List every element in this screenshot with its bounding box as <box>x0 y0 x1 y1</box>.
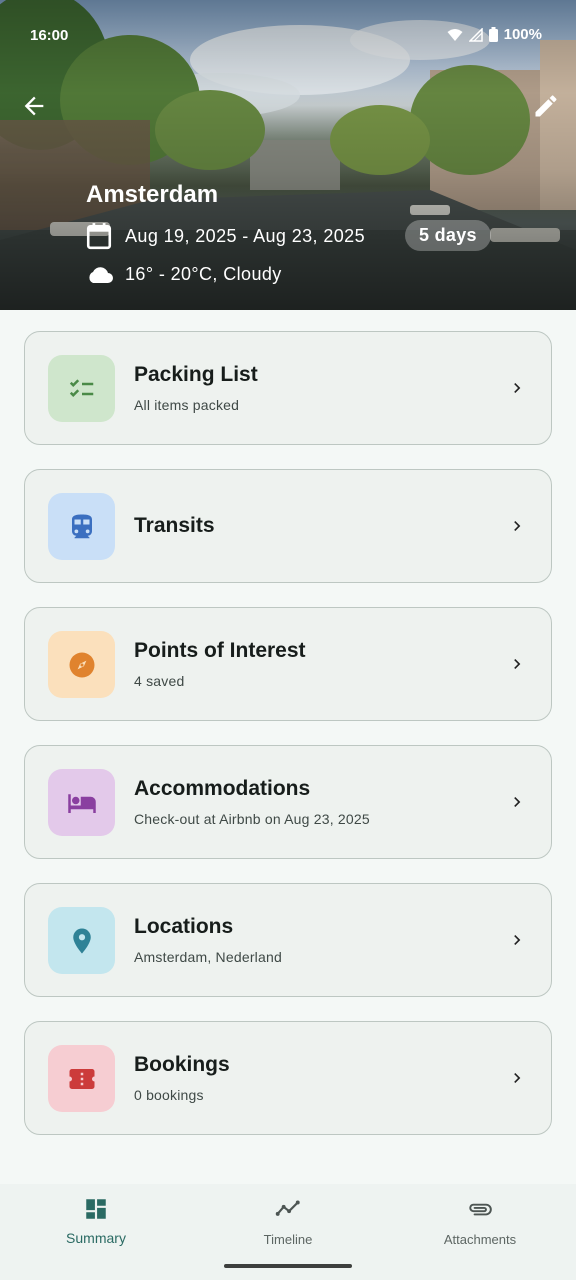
date-range: Aug 19, 2025 - Aug 23, 2025 <box>125 225 365 246</box>
nav-label: Attachments <box>443 1232 517 1247</box>
bookings-card[interactable]: Bookings 0 bookings <box>24 1021 552 1135</box>
calendar-icon <box>86 223 112 250</box>
card-title: Packing List <box>134 363 258 386</box>
battery-icon <box>488 27 498 42</box>
train-icon <box>71 514 92 538</box>
bed-icon <box>67 793 96 813</box>
nav-label: Timeline <box>263 1232 313 1247</box>
trip-title: Amsterdam <box>86 181 219 208</box>
chevron-right-icon <box>514 797 521 807</box>
transits-icon-tile <box>48 493 115 560</box>
status-icons: 100% <box>447 26 542 43</box>
compass-icon <box>69 652 94 677</box>
status-time: 16:00 <box>30 27 69 44</box>
locations-card[interactable]: Locations Amsterdam, Nederland <box>24 883 552 997</box>
pencil-icon[interactable] <box>532 92 560 120</box>
accommodations-card[interactable]: Accommodations Check-out at Airbnb on Au… <box>24 745 552 859</box>
nav-label: Summary <box>66 1230 126 1246</box>
card-subtitle: 0 bookings <box>134 1087 204 1103</box>
trip-header: 16:00 100% Amsterdam Aug 19, 2025 - Aug … <box>0 0 576 310</box>
points-of-interest-card[interactable]: Points of Interest 4 saved <box>24 607 552 721</box>
chevron-right-icon <box>514 935 521 945</box>
summary-cards: Packing List All items packed Transits P… <box>24 331 552 1159</box>
trip-dates: Aug 19, 2025 - Aug 23, 2025 <box>86 222 365 250</box>
weather-text: 16° - 20°C, Cloudy <box>125 263 282 284</box>
chevron-right-icon <box>514 383 521 393</box>
nav-attachments[interactable]: Attachments <box>384 1184 576 1264</box>
nav-timeline[interactable]: Timeline <box>192 1184 384 1264</box>
locations-icon-tile <box>48 907 115 974</box>
home-indicator[interactable] <box>224 1264 352 1268</box>
weather-info: 16° - 20°C, Cloudy <box>86 263 282 285</box>
accommodations-icon-tile <box>48 769 115 836</box>
card-title: Locations <box>134 915 234 938</box>
packing-list-icon-tile <box>48 355 115 422</box>
card-subtitle: 4 saved <box>134 673 185 689</box>
chevron-right-icon <box>514 1073 521 1083</box>
paperclip-icon <box>469 1203 492 1216</box>
location-pin-icon <box>72 928 91 953</box>
card-title: Transits <box>134 514 215 537</box>
nav-summary[interactable]: Summary <box>0 1184 192 1264</box>
wifi-icon <box>447 28 463 41</box>
packing-list-card[interactable]: Packing List All items packed <box>24 331 552 445</box>
card-title: Bookings <box>134 1053 230 1076</box>
checklist-icon <box>69 378 93 397</box>
cloud-icon <box>89 267 113 283</box>
card-subtitle: Amsterdam, Nederland <box>134 949 282 965</box>
bookings-icon-tile <box>48 1045 115 1112</box>
poi-icon-tile <box>48 631 115 698</box>
card-subtitle: Check-out at Airbnb on Aug 23, 2025 <box>134 811 370 827</box>
card-subtitle: All items packed <box>134 397 240 413</box>
arrow-back-icon[interactable] <box>20 92 48 120</box>
battery-level: 100% <box>503 26 542 43</box>
card-title: Accommodations <box>134 777 311 800</box>
timeline-icon <box>275 1200 300 1216</box>
chevron-right-icon <box>514 659 521 669</box>
card-title: Points of Interest <box>134 639 306 662</box>
dashboard-icon <box>86 1199 106 1219</box>
ticket-icon <box>69 1068 94 1089</box>
transits-card[interactable]: Transits <box>24 469 552 583</box>
duration-badge: 5 days <box>405 220 491 251</box>
chevron-right-icon <box>514 521 521 531</box>
signal-icon <box>468 27 483 42</box>
